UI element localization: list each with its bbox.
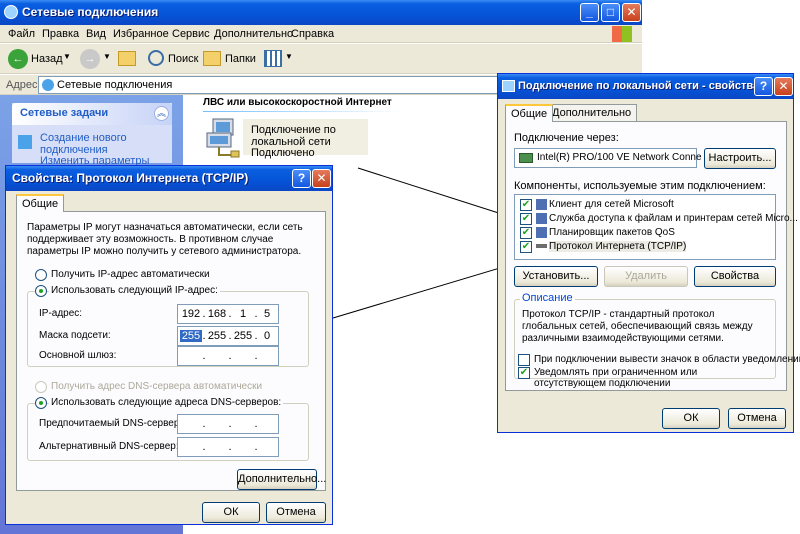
tcpip-ok-button[interactable]: ОК (202, 502, 260, 523)
tcpip-title: Свойства: Протокол Интернета (TCP/IP) (12, 171, 249, 185)
lan-ok-button[interactable]: ОК (662, 408, 720, 429)
lan-close-button[interactable]: ✕ (774, 77, 793, 96)
auto-dns-label: Получить адрес DNS-сервера автоматически (51, 381, 263, 392)
qos-icon (536, 227, 547, 238)
gateway-dot: . (228, 350, 232, 362)
gateway-dot: . (254, 350, 258, 362)
components-label: Компоненты, используемые этим подключени… (514, 180, 766, 192)
notify-checkbox[interactable]: ✔ (518, 367, 530, 379)
lan-properties-titlebar[interactable]: Подключение по локальной сети - свойства… (498, 74, 793, 99)
dns1-label: Предпочитаемый DNS-сервер: (39, 418, 183, 429)
manual-ip-radio[interactable] (35, 285, 47, 297)
mask-label: Маска подсети: (39, 330, 111, 341)
description-title: Описание (520, 292, 575, 304)
components-list[interactable]: ✔ Клиент для сетей Microsoft ✔ Служба до… (514, 194, 798, 260)
properties-button[interactable]: Свойства (694, 266, 776, 287)
dns2-label: Альтернативный DNS-сервер: (39, 441, 179, 452)
auto-dns-radio[interactable] (35, 381, 47, 393)
dns2-dot: . (228, 441, 232, 453)
lan-properties-dialog: Подключение по локальной сети - свойства… (497, 73, 800, 433)
ip-octet-4: 5 (263, 308, 271, 320)
notify-label: Уведомлять при ограниченном или отсутств… (534, 367, 698, 389)
show-icon-label: При подключении вывести значок в области… (534, 354, 800, 365)
tab-general[interactable]: Общие (505, 104, 554, 122)
dns1-dot: . (228, 418, 232, 430)
component-label-1: Служба доступа к файлам и принтерам сете… (549, 213, 798, 224)
ip-octet-3: 1 (239, 308, 247, 320)
tcpip-titlebar[interactable]: Свойства: Протокол Интернета (TCP/IP) ? … (6, 166, 332, 191)
lan-cancel-button[interactable]: Отмена (728, 408, 786, 429)
tcpip-close-button[interactable]: ✕ (312, 169, 331, 188)
ip-octet-2: 168 (207, 308, 227, 320)
ip-octet-1: 192 (181, 308, 201, 320)
alternate-dns-input[interactable]: . . . (177, 437, 279, 457)
component-label-2: Планировщик пакетов QoS (549, 227, 675, 238)
component-checkbox-1[interactable]: ✔ (520, 213, 532, 225)
component-checkbox-2[interactable]: ✔ (520, 227, 532, 239)
install-button[interactable]: Установить... (514, 266, 598, 287)
mask-octet-4: 0 (263, 330, 271, 342)
dns2-dot: . (254, 441, 258, 453)
tcpip-tab-general[interactable]: Общие (16, 194, 65, 212)
dns1-dot: . (202, 418, 206, 430)
ip-address-input[interactable]: 192 . 168 . 1 . 5 (177, 304, 279, 324)
network-icon (502, 80, 515, 92)
client-icon (536, 199, 547, 210)
remove-button[interactable]: Удалить (604, 266, 688, 287)
adapter-box: Intel(R) PRO/100 VE Network Conne (514, 148, 702, 168)
tcpip-properties-dialog: Свойства: Протокол Интернета (TCP/IP) ? … (5, 165, 333, 525)
file-sharing-icon (536, 213, 547, 224)
configure-button[interactable]: Настроить... (704, 148, 776, 169)
lan-general-sheet: Подключение через: Intel(R) PRO/100 VE N… (505, 121, 798, 391)
ip-label: IP-адрес: (39, 308, 83, 319)
component-checkbox-0[interactable]: ✔ (520, 199, 532, 211)
subnet-mask-input[interactable]: 255 . 255 . 255 . 0 (177, 326, 279, 346)
connect-via-label: Подключение через: (514, 132, 619, 144)
network-card-icon (519, 153, 533, 163)
protocol-icon (536, 244, 547, 248)
preferred-dns-input[interactable]: . . . (177, 414, 279, 434)
tcpip-help-button[interactable]: ? (292, 169, 311, 188)
manual-dns-radio[interactable] (35, 397, 47, 409)
gateway-input[interactable]: . . . (177, 346, 279, 366)
arrow-to-properties (357, 167, 509, 217)
auto-ip-radio[interactable] (35, 269, 47, 281)
lan-properties-title: Подключение по локальной сети - свойства (518, 80, 760, 92)
description-text: Протокол TCP/IP - стандартный протокол г… (522, 309, 753, 344)
component-label-0: Клиент для сетей Microsoft (549, 199, 674, 210)
tcpip-cancel-button[interactable]: Отмена (266, 502, 326, 523)
component-checkbox-3[interactable]: ✔ (520, 241, 532, 253)
dns2-dot: . (202, 441, 206, 453)
tab-advanced[interactable]: Дополнительно (546, 104, 638, 122)
tcpip-general-sheet: Параметры IP могут назначаться автоматич… (16, 211, 326, 491)
manual-ip-label: Использовать следующий IP-адрес: (49, 285, 220, 296)
advanced-button[interactable]: Дополнительно... (237, 469, 326, 490)
tcpip-intro: Параметры IP могут назначаться автоматич… (27, 222, 303, 257)
dns1-dot: . (254, 418, 258, 430)
mask-octet-2: 255 (207, 330, 227, 342)
manual-dns-label: Использовать следующие адреса DNS-сервер… (49, 397, 284, 408)
gateway-label: Основной шлюз: (39, 350, 117, 361)
mask-octet-3: 255 (233, 330, 253, 342)
mask-octet-1: 255 (180, 330, 202, 342)
gateway-dot: . (202, 350, 206, 362)
help-button[interactable]: ? (754, 77, 773, 96)
adapter-name: Intel(R) PRO/100 VE Network Conne (537, 152, 702, 163)
show-icon-checkbox[interactable] (518, 354, 530, 366)
component-label-3: Протокол Интернета (TCP/IP) (549, 241, 687, 252)
auto-ip-label: Получить IP-адрес автоматически (51, 269, 210, 280)
